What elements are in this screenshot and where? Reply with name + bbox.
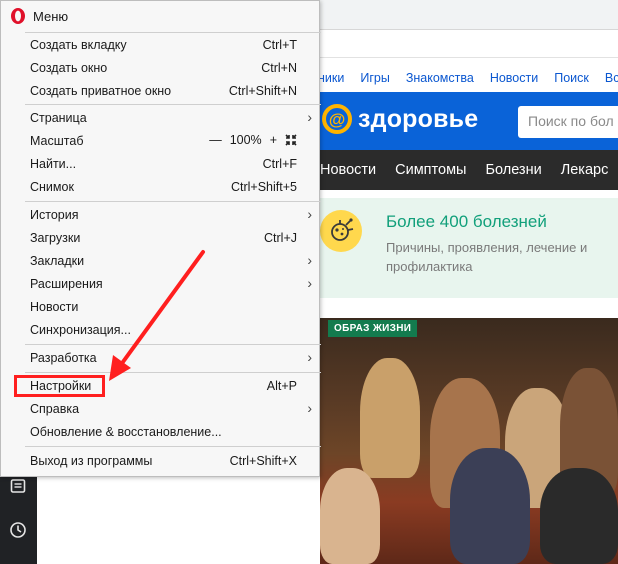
menu-item-shortcut: Ctrl+Shift+N	[228, 84, 297, 98]
opera-logo-icon	[11, 8, 25, 24]
menu-item-label: История	[30, 208, 79, 222]
menu-separator	[25, 32, 321, 33]
menu-item-label: Страница	[30, 111, 87, 125]
menu-separator	[25, 372, 321, 373]
menu-item-downloads[interactable]: Загрузки Ctrl+J	[1, 227, 319, 250]
menu-item-developer[interactable]: Разработка ›	[1, 347, 319, 370]
photo-figure	[450, 448, 530, 564]
zoom-out-button[interactable]: —	[209, 133, 222, 147]
menu-item-bookmarks[interactable]: Закладки ›	[1, 250, 319, 273]
menu-item-label: Масштаб	[30, 134, 84, 148]
promo-subtitle: Причины, проявления, лечение и профилакт…	[386, 240, 588, 274]
menu-item-exit[interactable]: Выход из программы Ctrl+Shift+X	[1, 450, 319, 473]
photo-figure	[320, 468, 380, 564]
menu-item-shortcut: Ctrl+N	[261, 61, 297, 75]
site-nav-link[interactable]: Новости	[490, 71, 538, 85]
annotation-highlight-box	[14, 375, 105, 397]
chevron-right-icon: ›	[307, 400, 312, 416]
menu-separator	[25, 201, 321, 202]
site-top-nav: ники Игры Знакомства Новости Поиск Вс	[320, 66, 618, 90]
fullscreen-icon[interactable]	[285, 134, 297, 146]
category-link[interactable]: Лекарс	[561, 162, 609, 178]
menu-item-label: Найти...	[30, 157, 77, 171]
menu-item-shortcut: Alt+P	[266, 379, 297, 393]
menu-item-find[interactable]: Найти... Ctrl+F	[1, 153, 319, 176]
menu-title: Меню	[33, 9, 69, 24]
category-link[interactable]: Новости	[320, 162, 376, 178]
photo-figure	[540, 468, 618, 564]
menu-item-private-window[interactable]: Создать приватное окно Ctrl+Shift+N	[1, 80, 319, 103]
site-nav-link[interactable]: Поиск	[554, 71, 589, 85]
logo-text: здоровье	[358, 104, 479, 133]
menu-item-news[interactable]: Новости	[1, 296, 319, 319]
logo-at-icon: @	[322, 104, 352, 134]
menu-item-label: Создать приватное окно	[30, 84, 172, 98]
menu-item-label: Новости	[30, 300, 79, 314]
menu-item-shortcut: Ctrl+F	[262, 157, 297, 171]
news-icon[interactable]	[8, 476, 28, 496]
menu-separator	[25, 446, 321, 447]
zoom-level: 100%	[229, 133, 262, 147]
menu-item-history[interactable]: История ›	[1, 204, 319, 227]
menu-item-update-recovery[interactable]: Обновление & восстановление...	[1, 421, 319, 444]
chevron-right-icon: ›	[307, 275, 312, 291]
menu-separator	[25, 344, 321, 345]
virus-icon	[320, 210, 362, 252]
menu-item-new-tab[interactable]: Создать вкладку Ctrl+T	[1, 34, 319, 57]
promo-block[interactable]: Более 400 болезней Причины, проявления, …	[320, 198, 618, 298]
article-photo[interactable]: ОБРАЗ ЖИЗНИ	[320, 318, 618, 564]
menu-item-sync[interactable]: Синхронизация...	[1, 319, 319, 342]
menu-header[interactable]: Меню	[1, 1, 319, 31]
menu-separator	[25, 104, 321, 105]
site-nav-link[interactable]: Игры	[360, 71, 389, 85]
site-nav-link[interactable]: Вс	[605, 71, 618, 85]
menu-item-extensions[interactable]: Расширения ›	[1, 273, 319, 296]
menu-item-label: Закладки	[30, 254, 85, 268]
category-badge[interactable]: ОБРАЗ ЖИЗНИ	[328, 320, 418, 337]
chevron-right-icon: ›	[307, 349, 312, 365]
zoom-controls: — 100% +	[209, 133, 297, 147]
promo-title[interactable]: Более 400 болезней	[386, 212, 547, 232]
menu-item-help[interactable]: Справка ›	[1, 398, 319, 421]
menu-item-label: Создать окно	[30, 61, 108, 75]
clock-icon[interactable]	[8, 520, 28, 540]
opera-main-menu: Меню Создать вкладку Ctrl+T Создать окно…	[0, 0, 321, 477]
menu-item-snapshot[interactable]: Снимок Ctrl+Shift+5	[1, 176, 319, 199]
site-logo[interactable]: @ здоровье	[322, 104, 478, 134]
menu-item-label: Выход из программы	[30, 454, 153, 468]
menu-item-shortcut: Ctrl+J	[264, 231, 297, 245]
menu-item-page[interactable]: Страница ›	[1, 107, 319, 130]
menu-item-label: Загрузки	[30, 231, 81, 245]
chevron-right-icon: ›	[307, 109, 312, 125]
site-search-input[interactable]: Поиск по бол	[518, 106, 618, 138]
menu-item-label: Снимок	[30, 180, 74, 194]
address-bar[interactable]	[320, 34, 618, 58]
site-header: @ здоровье Поиск по бол	[320, 92, 618, 150]
chevron-right-icon: ›	[307, 206, 312, 222]
menu-item-label: Справка	[30, 402, 80, 416]
category-bar: Новости Симптомы Болезни Лекарс	[320, 150, 618, 190]
site-nav-link[interactable]: ники	[320, 71, 344, 85]
menu-item-zoom: Масштаб — 100% +	[1, 130, 319, 153]
menu-item-shortcut: Ctrl+Shift+5	[230, 180, 297, 194]
menu-item-shortcut: Ctrl+T	[262, 38, 297, 52]
menu-item-shortcut: Ctrl+Shift+X	[229, 454, 297, 468]
site-nav-link[interactable]: Знакомства	[406, 71, 474, 85]
menu-item-label: Разработка	[30, 351, 97, 365]
category-link[interactable]: Симптомы	[395, 162, 466, 178]
menu-item-label: Создать вкладку	[30, 38, 127, 52]
category-link[interactable]: Болезни	[485, 162, 541, 178]
menu-item-label: Синхронизация...	[30, 323, 131, 337]
chevron-right-icon: ›	[307, 252, 312, 268]
zoom-in-button[interactable]: +	[270, 133, 277, 147]
menu-item-label: Расширения	[30, 277, 103, 291]
menu-item-new-window[interactable]: Создать окно Ctrl+N	[1, 57, 319, 80]
photo-figure	[360, 358, 420, 478]
menu-item-label: Обновление & восстановление...	[30, 425, 222, 439]
